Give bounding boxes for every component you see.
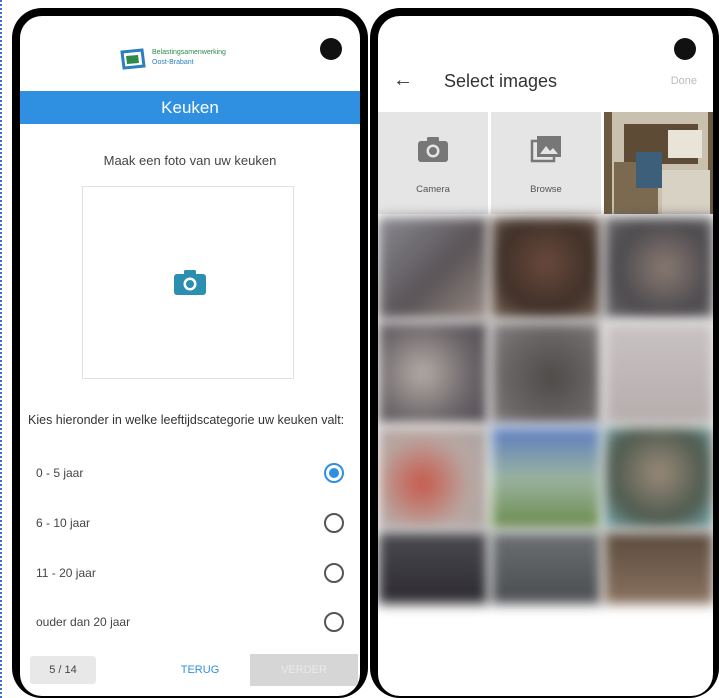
photo-thumbnail[interactable] — [378, 322, 488, 424]
camera-label: Camera — [416, 184, 450, 195]
front-camera — [320, 38, 342, 60]
page-counter: 5 / 14 — [30, 656, 96, 684]
app-screen: Belastingsamenwerking Oost-Brabant Keuke… — [20, 16, 360, 696]
camera-icon[interactable] — [174, 269, 206, 295]
picker-title: Select images — [444, 71, 558, 91]
phone-right: ← Select images Done Camera Browse — [370, 8, 719, 698]
age-question: Kies hieronder in welke leeftijdscategor… — [28, 413, 345, 427]
camera-icon — [418, 137, 448, 162]
option-label: 6 - 10 jaar — [36, 516, 91, 530]
photo-thumbnail[interactable] — [491, 427, 601, 529]
option-0-5[interactable]: 0 - 5 jaar — [28, 461, 348, 485]
option-11-20[interactable]: 11 - 20 jaar — [28, 561, 348, 585]
back-button[interactable]: TERUG — [160, 656, 240, 684]
page-border — [0, 0, 8, 698]
browse-label: Browse — [530, 184, 562, 195]
photo-thumbnail[interactable] — [604, 112, 713, 214]
image-picker-screen: ← Select images Done Camera Browse — [378, 16, 713, 696]
photo-thumbnail[interactable] — [491, 217, 601, 319]
option-6-10[interactable]: 6 - 10 jaar — [28, 511, 348, 535]
camera-tile[interactable]: Camera — [378, 112, 488, 214]
option-label: 0 - 5 jaar — [36, 466, 84, 480]
radio-button[interactable] — [324, 513, 344, 533]
radio-button[interactable] — [324, 612, 344, 632]
photo-thumbnail[interactable] — [491, 532, 601, 604]
radio-button[interactable] — [324, 563, 344, 583]
page-title: Keuken — [20, 91, 360, 124]
next-button[interactable]: VERDER — [250, 654, 358, 686]
photo-thumbnail[interactable] — [604, 322, 713, 424]
option-label: ouder dan 20 jaar — [36, 615, 131, 629]
logo-line2: Oost-Brabant — [152, 59, 194, 66]
photo-thumbnail[interactable] — [378, 427, 488, 529]
photo-capture-area[interactable] — [82, 186, 294, 379]
photo-instruction: Maak een foto van uw keuken — [103, 153, 277, 168]
photo-thumbnail[interactable] — [604, 427, 713, 529]
picker-header: ← Select images Done — [378, 56, 713, 106]
done-button[interactable]: Done — [671, 75, 697, 87]
photo-thumbnail[interactable] — [604, 217, 713, 319]
phone-left: Belastingsamenwerking Oost-Brabant Keuke… — [12, 8, 368, 698]
browse-tile[interactable]: Browse — [491, 112, 601, 214]
logo: Belastingsamenwerking Oost-Brabant — [120, 46, 270, 74]
option-label: 11 - 20 jaar — [36, 566, 96, 580]
back-arrow-icon[interactable]: ← — [393, 70, 413, 90]
photo-thumbnail[interactable] — [491, 322, 601, 424]
gallery-icon — [530, 136, 561, 163]
footer-nav: 5 / 14 TERUG VERDER — [20, 648, 360, 688]
photo-thumbnail[interactable] — [604, 532, 713, 604]
radio-button-selected[interactable] — [324, 463, 344, 483]
logo-line1: Belastingsamenwerking — [152, 49, 226, 56]
logo-mark-icon — [120, 48, 146, 70]
option-older-20[interactable]: ouder dan 20 jaar — [28, 610, 348, 634]
photo-thumbnail[interactable] — [378, 217, 488, 319]
photo-thumbnail[interactable] — [378, 532, 488, 604]
